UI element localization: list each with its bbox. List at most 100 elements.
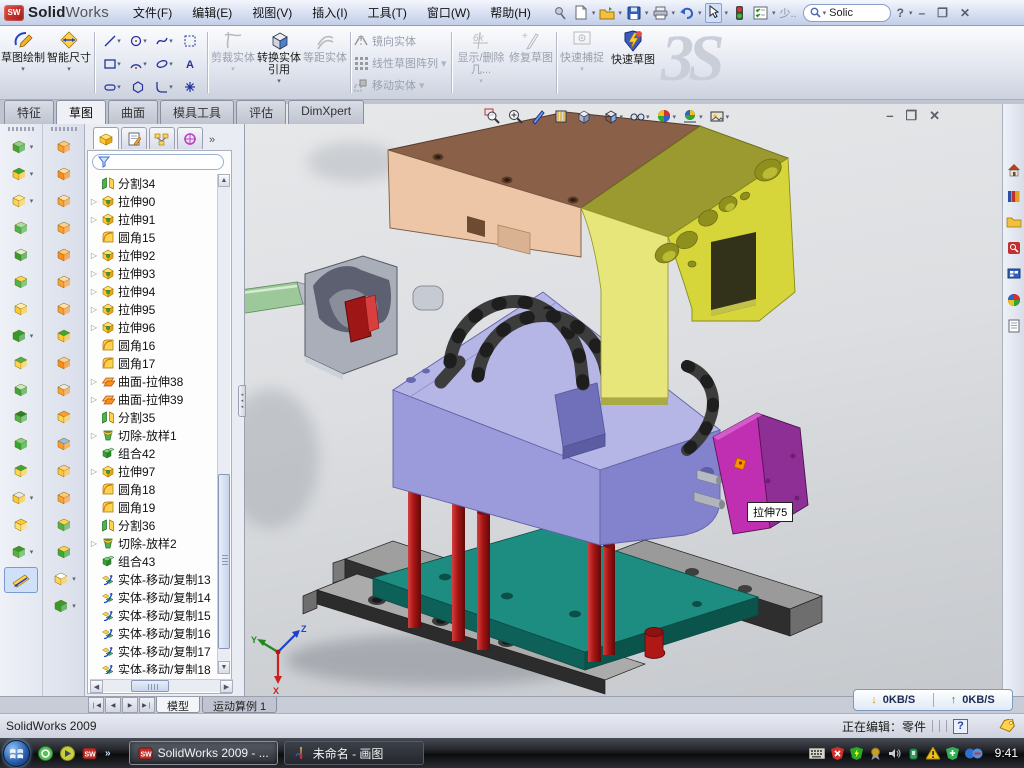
menu-item-1[interactable]: 编辑(E): [182, 0, 242, 25]
hole-wizard-icon[interactable]: [0, 295, 42, 322]
horizontal-scroll-thumb[interactable]: [131, 680, 169, 692]
undo-icon[interactable]: [678, 4, 696, 22]
resources-home-icon[interactable]: [1006, 162, 1022, 178]
undo-icon-caret[interactable]: ▾: [698, 9, 702, 17]
search-input[interactable]: ▾ Solic: [803, 4, 891, 22]
section-view-icon[interactable]: [552, 107, 571, 126]
options-list-icon-caret[interactable]: ▾: [772, 9, 776, 17]
apply-scene-icon[interactable]: ▾: [681, 107, 704, 126]
tree-vertical-scrollbar[interactable]: ▲ ▼: [217, 174, 230, 674]
tree-item[interactable]: 实体-移动/复制16: [90, 624, 218, 642]
tree-item[interactable]: ▷拉伸94: [90, 282, 218, 300]
tree-item[interactable]: ▷拉伸96: [90, 318, 218, 336]
surface-helix-icon[interactable]: ▾: [43, 592, 84, 619]
keyboard-icon[interactable]: [809, 748, 825, 759]
spline-tool[interactable]: ▾: [151, 34, 177, 48]
sheet-nav-2[interactable]: ▶: [122, 697, 138, 713]
sheet-nav-0[interactable]: ❘◀: [88, 697, 104, 713]
view-orientation-icon[interactable]: ▾: [602, 107, 625, 126]
swept-surface-icon[interactable]: [43, 187, 84, 214]
tree-item[interactable]: ▷拉伸91: [90, 210, 218, 228]
sketch-caret[interactable]: ▾: [21, 65, 25, 73]
zoom-fit-icon[interactable]: [483, 107, 502, 126]
expand-arrow[interactable]: ▷: [90, 467, 98, 476]
expand-arrow[interactable]: ▷: [90, 323, 98, 332]
dimxpertmanager-tab[interactable]: [177, 127, 203, 149]
circle-tool[interactable]: ▾: [125, 34, 151, 48]
app-restore-button[interactable]: ❐: [931, 6, 954, 20]
pickbox-tool[interactable]: [177, 34, 203, 48]
menu-item-6[interactable]: 帮助(H): [480, 0, 541, 25]
app-minimize-button[interactable]: –: [912, 6, 931, 20]
extend-surface-icon[interactable]: [43, 430, 84, 457]
repair-sketch-button[interactable]: + 修复草图: [508, 26, 554, 99]
status-help-button[interactable]: ?: [953, 719, 968, 734]
view-settings-icon[interactable]: ▾: [708, 107, 731, 126]
tab-2[interactable]: 曲面: [108, 100, 158, 124]
ruled-surface-icon[interactable]: [43, 349, 84, 376]
tree-item[interactable]: 分割35: [90, 408, 218, 426]
edit-appearance-icon[interactable]: ▾: [655, 107, 678, 126]
polygon-tool[interactable]: [125, 80, 151, 94]
taskbar-task-1[interactable]: 未命名 - 画图: [284, 741, 424, 765]
replace-face-icon[interactable]: [43, 403, 84, 430]
open-folder-icon[interactable]: [598, 4, 616, 22]
arc-tool[interactable]: ▾: [125, 57, 151, 71]
traffic-light-icon[interactable]: [731, 4, 749, 22]
tree-item[interactable]: ▷拉伸93: [90, 264, 218, 282]
panel-splitter-handle[interactable]: ◂◂◂: [238, 385, 246, 417]
convert-entities-button[interactable]: 转换实体引用▾: [256, 26, 302, 99]
expand-arrow[interactable]: ▷: [90, 269, 98, 278]
model-side-clamp[interactable]: [305, 256, 443, 380]
tree-horizontal-scrollbar[interactable]: ◀ ▶: [90, 679, 233, 692]
graphics-viewport[interactable]: Y Z X ▾▾▾▾▾▾ – ❐ ✕ 拉伸75 ◂◂◂: [245, 104, 1002, 696]
insert-part-icon[interactable]: [0, 511, 42, 538]
tree-item[interactable]: 圆角16: [90, 336, 218, 354]
display-delete-caret[interactable]: ▾: [479, 77, 483, 85]
fillet-icon[interactable]: ▾: [0, 187, 42, 214]
warning-icon[interactable]: [926, 747, 940, 760]
model-canvas[interactable]: Y Z X: [245, 104, 1002, 696]
volume-icon[interactable]: [888, 747, 901, 760]
tree-item[interactable]: 实体-移动/复制14: [90, 588, 218, 606]
knit-surface-icon[interactable]: [43, 511, 84, 538]
tree-item[interactable]: ▷曲面-拉伸39: [90, 390, 218, 408]
zoom-area-icon[interactable]: [506, 107, 525, 126]
tab-1[interactable]: 草图: [56, 100, 106, 124]
bottom-tab-1[interactable]: 运动算例 1: [202, 697, 277, 713]
security-shield-icon[interactable]: [850, 747, 863, 760]
antivirus-shield-icon[interactable]: [831, 747, 844, 760]
scroll-down-arrow[interactable]: ▼: [218, 661, 230, 674]
print-icon-caret[interactable]: ▾: [671, 9, 675, 17]
fm-tabs-overflow[interactable]: »: [209, 134, 215, 149]
tag-icon[interactable]: [998, 719, 1016, 733]
smart-dimension-button[interactable]: 智能尺寸▾: [46, 26, 92, 99]
linear-pattern-button[interactable]: 线性草图阵列▾: [353, 53, 449, 73]
draft-icon[interactable]: [0, 376, 42, 403]
tree-item[interactable]: 实体-移动/复制13: [90, 570, 218, 588]
swept-icon[interactable]: [0, 214, 42, 241]
tree-item[interactable]: 圆角17: [90, 354, 218, 372]
tree-item[interactable]: ▷曲面-拉伸38: [90, 372, 218, 390]
configurationmanager-tab[interactable]: [149, 127, 175, 149]
tree-filter-input[interactable]: [92, 154, 224, 170]
options-list-icon[interactable]: [752, 4, 770, 22]
convert-caret[interactable]: ▾: [277, 77, 281, 85]
expand-arrow[interactable]: ▷: [90, 539, 98, 548]
taskbar-task-0[interactable]: SWSolidWorks 2009 - ...: [129, 741, 278, 765]
shell-icon[interactable]: [0, 403, 42, 430]
network-phone-icon[interactable]: [907, 747, 920, 760]
tree-item[interactable]: ▷拉伸92: [90, 246, 218, 264]
text-tool[interactable]: A: [177, 57, 203, 71]
offset-surface-icon[interactable]: [43, 322, 84, 349]
bottom-tab-0[interactable]: 模型: [156, 697, 200, 713]
trim-surface-icon[interactable]: [43, 457, 84, 484]
planar-surface-icon[interactable]: [43, 295, 84, 322]
help-button[interactable]: ?: [891, 6, 910, 20]
delete-body-icon[interactable]: ▾: [0, 484, 42, 511]
tree-item[interactable]: 组合43: [90, 552, 218, 570]
tree-item[interactable]: 圆角15: [90, 228, 218, 246]
move-entities-button[interactable]: 移动实体▾: [353, 75, 449, 95]
boundary-surface-icon[interactable]: [43, 241, 84, 268]
save-icon-caret[interactable]: ▾: [645, 9, 649, 17]
